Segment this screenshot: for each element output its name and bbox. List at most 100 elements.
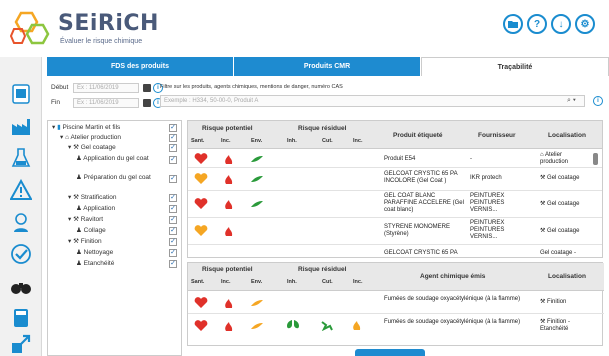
supplier-name: PEINTUREX PEINTURES VERNIS... (470, 193, 505, 213)
subheader-cut: Cut. (322, 279, 333, 285)
skin-contact-icon (321, 321, 333, 331)
tree-checkbox[interactable]: ✓ (169, 238, 177, 246)
bottom-action-tab[interactable] (355, 349, 425, 356)
product-name: GEL COAT BLANC PARAFFINE ACCELERE (Gel c… (384, 193, 464, 213)
table-header: Risque potentiel Risque résiduel Sant. I… (188, 263, 604, 291)
flame-icon (225, 175, 233, 184)
tree-node[interactable]: ▾ ⚒ Finition (68, 238, 102, 246)
tree-node[interactable]: ♟ Nettoyage (76, 249, 113, 257)
tab-traceability[interactable]: Traçabilité (421, 57, 609, 76)
warning-icon (10, 179, 32, 200)
tree-checkbox[interactable]: ✓ (169, 156, 177, 164)
table-row[interactable]: GELCOAT CRYSTIC 65 PA Gel coatage - (188, 245, 602, 257)
agent-name: Fumées de soudage oxyacétylénique (à la … (384, 296, 521, 302)
tab-cmr-products[interactable]: Produits CMR (234, 57, 421, 76)
tree-checkbox[interactable]: ✓ (169, 134, 177, 142)
location-cell: ⚒ Gel coatage (540, 175, 580, 181)
subheader-sant: Sant. (191, 138, 205, 144)
subheader-env: Env. (251, 138, 263, 144)
header-risk-residual: Risque résiduel (298, 125, 347, 132)
environment-icon (251, 156, 263, 162)
sidebar-item-inventory[interactable] (6, 79, 36, 109)
sidebar-item-validate[interactable] (6, 239, 36, 269)
product-name: GELCOAT CRYSTIC 65 PA INCOLORE (Gel Coat… (384, 171, 458, 184)
supplier-name: PEINTUREX PEINTURES VERNIS... (470, 220, 505, 240)
tree-node[interactable]: ▾ ⚒ Gel coatage (68, 144, 116, 152)
header-risk-potential: Risque potentiel (202, 125, 253, 132)
app-subtitle: Évaluer le risque chimique (60, 38, 143, 45)
app-header: SEiRiCH Évaluer le risque chimique ? ↓ ⚙ (0, 0, 609, 54)
flame-icon (353, 321, 361, 330)
download-button[interactable]: ↓ (551, 14, 571, 34)
sidebar-item-worker[interactable] (6, 207, 36, 237)
product-name: Produit E54 (384, 156, 416, 162)
tree-checkbox[interactable]: ✓ (169, 124, 177, 132)
tree-checkbox[interactable]: ✓ (169, 260, 177, 268)
help-button[interactable]: ? (527, 14, 547, 34)
tree-checkbox[interactable]: ✓ (169, 249, 177, 257)
location-cell: ⚒ Gel coatage (540, 228, 580, 234)
subheader-inc: Inc. (221, 138, 231, 144)
start-date-input[interactable]: Ex : 11/06/2019 (73, 83, 139, 93)
sidebar-item-export[interactable] (6, 329, 36, 356)
folder-button[interactable] (503, 14, 523, 34)
lungs-icon (287, 320, 299, 329)
tree-node[interactable]: ♟ Application du gel coat (76, 155, 166, 163)
end-date-label: Fin (51, 99, 61, 106)
tree-checkbox[interactable]: ✓ (169, 227, 177, 235)
tree-checkbox[interactable]: ✓ (169, 144, 177, 152)
table-row[interactable]: STYRENE MONOMERE (Styrène) PEINTUREX PEI… (188, 218, 602, 245)
table-row[interactable]: GEL COAT BLANC PARAFFINE ACCELERE (Gel c… (188, 191, 602, 218)
gear-icon: ⚙ (580, 18, 590, 30)
flask-icon (11, 148, 31, 167)
sidebar-item-traceability[interactable] (6, 271, 36, 301)
check-icon (11, 244, 31, 264)
tree-checkbox[interactable]: ✓ (169, 194, 177, 202)
supplier-name: IKR protech (470, 175, 502, 181)
search-hint: Filtre sur les produits, agents chimique… (160, 84, 343, 90)
tree-checkbox[interactable]: ✓ (169, 216, 177, 224)
flame-icon (225, 299, 233, 308)
app-name: SEiRiCH (58, 11, 159, 36)
header-risk-potential: Risque potentiel (202, 266, 253, 273)
search-icon[interactable]: ⌕ ▾ (567, 97, 576, 105)
tree-node[interactable]: ♟ Application (76, 205, 115, 213)
products-table: Risque potentiel Risque résiduel Sant. I… (187, 120, 603, 258)
flame-icon (225, 155, 233, 164)
sidebar-item-factory[interactable] (6, 111, 36, 141)
agents-table: Risque potentiel Risque résiduel Sant. I… (187, 262, 604, 346)
tree-node[interactable]: ♟ Collage (76, 227, 106, 235)
sidebar-item-warning[interactable] (6, 175, 36, 205)
calculator-icon (14, 309, 28, 327)
table-row[interactable]: Fumées de soudage oxyacétylénique (à la … (188, 292, 604, 314)
settings-button[interactable]: ⚙ (575, 14, 595, 34)
end-date-input[interactable]: Ex : 11/06/2019 (73, 98, 139, 108)
health-hazard-icon (194, 320, 208, 331)
table-row[interactable]: Fumées de soudage oxyacétylénique (à la … (188, 314, 604, 338)
tree-checkbox[interactable]: ✓ (169, 175, 177, 183)
tree-node[interactable]: ▾ ⚒ Ravitort (68, 216, 103, 224)
sidebar-item-chemistry[interactable] (6, 143, 36, 173)
start-date-label: Début (51, 84, 69, 91)
tab-fds-products[interactable]: FDS des produits (47, 57, 234, 76)
inventory-icon (12, 84, 30, 104)
calendar-icon[interactable] (143, 99, 151, 107)
environment-icon (251, 201, 263, 207)
agent-name: Fumées de soudage oxyacétylénique (à la … (384, 319, 521, 325)
tree-node[interactable]: ▾ ▮ Piscine Martin et fils (52, 124, 120, 132)
tree-node[interactable]: ♟ Etanchéité (76, 260, 114, 268)
tree-node[interactable]: ▾ ⚒ Stratification (68, 194, 116, 202)
subheader-inc-residual: Inc. (353, 138, 363, 144)
table-row[interactable]: Produit E54 - ⌂ Atelier production (188, 150, 602, 168)
tree-checkbox[interactable]: ✓ (169, 205, 177, 213)
health-hazard-icon (194, 225, 208, 236)
table-row[interactable]: GELCOAT CRYSTIC 65 PA INCOLORE (Gel Coat… (188, 168, 602, 191)
tree-node[interactable]: ♟ Préparation du gel coat (76, 174, 166, 182)
calendar-icon[interactable] (143, 84, 151, 92)
tree-node[interactable]: ▾ ⌂ Atelier production (60, 134, 121, 142)
info-icon[interactable]: i (593, 96, 603, 106)
table-scrollbar[interactable] (593, 153, 598, 165)
left-sidebar (0, 57, 42, 356)
search-input[interactable]: Exemple : H334, 50-00-0, Produit A (160, 95, 585, 107)
worker-icon (14, 213, 28, 232)
